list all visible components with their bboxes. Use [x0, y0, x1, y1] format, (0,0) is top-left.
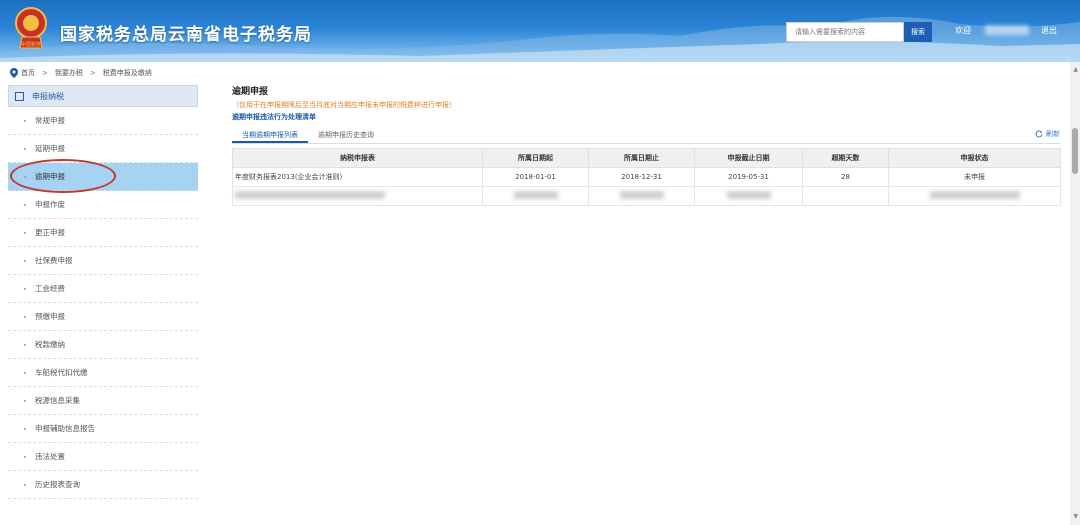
table-cell-overdue-days: 28: [802, 167, 889, 187]
breadcrumb: 首页 > 我要办税 > 税费申报及缴纳: [10, 68, 152, 78]
header-banner: 中国税务 国家税务总局云南省电子税务局 搜索 欢迎 退出: [0, 0, 1080, 62]
table-row[interactable]: 年度财务报表2013(企业会计准则) 2018-01-01 2018-12-31…: [232, 167, 1061, 187]
blurred-text: [235, 191, 385, 199]
sidebar: 申报纳税 常规申报 延期申报 逾期申报 申报作废 更正申报 社保费申报 工会经费…: [8, 85, 198, 499]
bullet-icon: [24, 371, 26, 374]
bullet-icon: [24, 399, 26, 402]
blurred-text: [513, 191, 558, 199]
refresh-button[interactable]: 刷新: [1035, 129, 1060, 139]
blurred-text: [726, 191, 771, 199]
breadcrumb-current: 税费申报及缴纳: [102, 69, 152, 77]
tab-overdue-history[interactable]: 逾期申报历史查询: [308, 128, 384, 143]
table-cell-report-name: 年度财务报表2013(企业会计准则): [232, 167, 483, 187]
sidebar-item-regular-filing[interactable]: 常规申报: [8, 107, 198, 135]
table-cell-deadline: 2019-05-31: [694, 167, 803, 187]
blurred-text: [929, 191, 1020, 199]
sidebar-item-social-insurance[interactable]: 社保费申报: [8, 247, 198, 275]
bullet-icon: [24, 427, 26, 430]
overdue-filing-table: 纳税申报表 所属日期起 所属日期止 申报截止日期 超期天数 申报状态 年度财务报…: [232, 148, 1061, 206]
column-header: 申报状态: [888, 148, 1061, 168]
bullet-icon: [24, 231, 26, 234]
scroll-down-icon[interactable]: ▼: [1073, 513, 1078, 520]
sidebar-item-correction-filing[interactable]: 更正申报: [8, 219, 198, 247]
sidebar-item-union-fee[interactable]: 工会经费: [8, 275, 198, 303]
sidebar-item-history-query[interactable]: 历史报表查询: [8, 471, 198, 499]
sidebar-item-overdue-filing[interactable]: 逾期申报: [8, 163, 198, 191]
column-header: 申报截止日期: [694, 148, 803, 168]
location-pin-icon: [10, 68, 18, 78]
site-title: 国家税务总局云南省电子税务局: [60, 25, 312, 45]
bullet-icon: [24, 119, 26, 122]
bullet-icon: [24, 315, 26, 318]
logout-link[interactable]: 退出: [1041, 25, 1057, 36]
column-header: 所属日期止: [588, 148, 695, 168]
table-cell-status: 未申报: [888, 167, 1061, 187]
sidebar-item-void-filing[interactable]: 申报作废: [8, 191, 198, 219]
sidebar-item-vehicle-tax[interactable]: 车船税代扣代缴: [8, 359, 198, 387]
sidebar-heading[interactable]: 申报纳税: [8, 85, 198, 107]
table-header-row: 纳税申报表 所属日期起 所属日期止 申报截止日期 超期天数 申报状态: [232, 148, 1061, 168]
sidebar-item-extension-filing[interactable]: 延期申报: [8, 135, 198, 163]
column-header: 所属日期起: [482, 148, 589, 168]
bullet-icon: [24, 483, 26, 486]
sidebar-item-violation-handling[interactable]: 违法处置: [8, 443, 198, 471]
breadcrumb-tax[interactable]: 我要办税: [55, 68, 83, 78]
table-cell-date-end: 2018-12-31: [588, 167, 695, 187]
document-icon: [15, 91, 24, 101]
bullet-icon: [24, 259, 26, 262]
page-title: 逾期申报: [232, 87, 269, 97]
blurred-text: [619, 191, 664, 199]
svg-text:中国税务: 中国税务: [21, 41, 41, 48]
bullet-icon: [24, 175, 26, 178]
sidebar-item-tax-payment[interactable]: 税款缴纳: [8, 331, 198, 359]
table-cell-date-start: 2018-01-01: [482, 167, 589, 187]
column-header: 纳税申报表: [232, 148, 483, 168]
tab-current-overdue-list[interactable]: 当期逾期申报列表: [232, 128, 308, 143]
tax-emblem-logo: 中国税务: [15, 7, 47, 49]
search-button[interactable]: 搜索: [904, 22, 932, 42]
sidebar-item-prepayment[interactable]: 预缴申报: [8, 303, 198, 331]
usage-note: （仅用于在申报期限后至当月底对当期应申报未申报的税费种进行申报）: [232, 101, 456, 109]
bullet-icon: [24, 343, 26, 346]
scrollbar-thumb[interactable]: [1072, 128, 1078, 174]
table-row-blurred: [232, 186, 1061, 206]
sidebar-item-auxiliary-report[interactable]: 申报辅助信息报告: [8, 415, 198, 443]
bullet-icon: [24, 455, 26, 458]
scroll-up-icon[interactable]: ▲: [1073, 66, 1078, 73]
violation-list-link[interactable]: 逾期申报违法行为处理清单: [232, 112, 1060, 122]
bullet-icon: [24, 287, 26, 290]
username-blurred: [985, 25, 1029, 35]
bullet-icon: [24, 203, 26, 206]
sidebar-item-tax-source[interactable]: 税源信息采集: [8, 387, 198, 415]
search-input[interactable]: [786, 22, 904, 42]
tab-bar: 当期逾期申报列表 逾期申报历史查询 刷新: [232, 128, 1060, 144]
bullet-icon: [24, 147, 26, 150]
welcome-text: 欢迎: [955, 26, 971, 35]
breadcrumb-home[interactable]: 首页: [21, 68, 35, 78]
refresh-icon: [1035, 130, 1043, 138]
main-content: 逾期申报 （仅用于在申报期限后至当月底对当期应申报未申报的税费种进行申报） 逾期…: [232, 84, 1061, 206]
column-header: 超期天数: [802, 148, 889, 168]
